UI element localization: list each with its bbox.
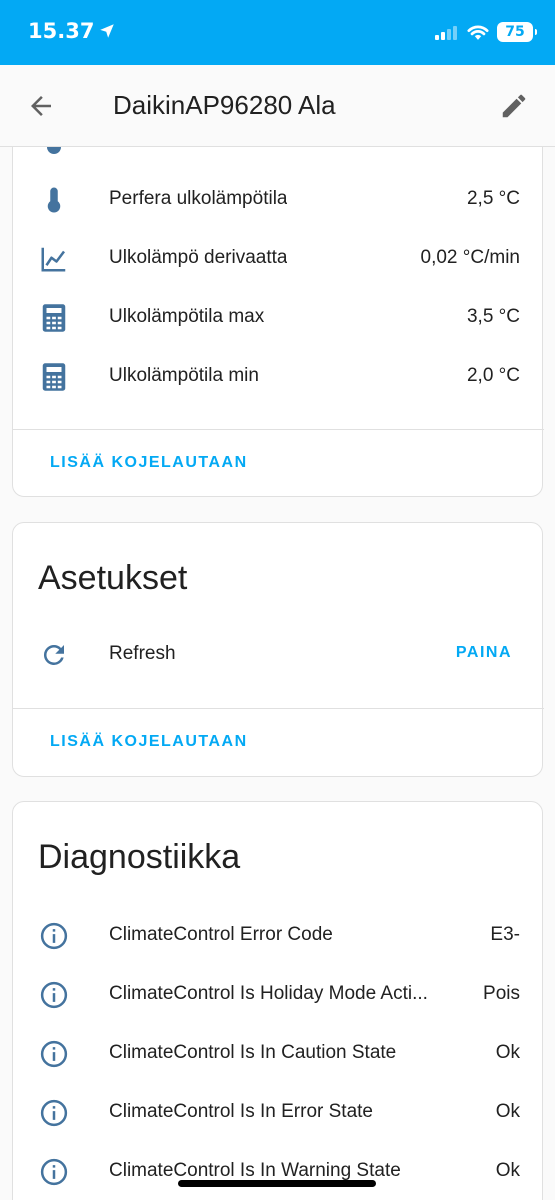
sensor-label: Perfera ulkolämpötila (109, 188, 288, 209)
calculator-icon (38, 302, 70, 334)
diagnostic-label: ClimateControl Error Code (109, 924, 333, 945)
cellular-signal-icon (435, 26, 457, 40)
info-icon (38, 1038, 70, 1070)
card-title: Diagnostiikka (38, 838, 241, 876)
status-indicators: 75 (435, 22, 537, 42)
setting-row[interactable]: Refresh PAINA (13, 633, 544, 673)
info-icon (38, 979, 70, 1011)
home-indicator[interactable] (178, 1180, 376, 1187)
calculator-icon (38, 361, 70, 393)
sensor-row[interactable]: Perfera ulkolämpötila 2,5 °C (13, 178, 544, 218)
card-divider (13, 429, 544, 430)
diagnostic-row[interactable]: ClimateControl Is In Caution State Ok (13, 1032, 544, 1072)
pencil-icon (502, 94, 526, 118)
card-divider (13, 708, 544, 709)
diagnostic-label: ClimateControl Is In Caution State (109, 1042, 397, 1063)
diagnostic-value: Ok (495, 1101, 520, 1122)
sensor-value: 3,5 °C (466, 306, 520, 327)
partial-icon (38, 147, 70, 163)
battery-level: 75 (505, 24, 525, 40)
diagnostic-row[interactable]: ClimateControl Is Holiday Mode Acti... P… (13, 973, 544, 1013)
refresh-icon (38, 639, 70, 671)
diagnostic-value: Ok (495, 1042, 520, 1063)
status-time: 15.37 (28, 19, 116, 43)
diagnostic-value: E3- (490, 924, 520, 945)
location-arrow-icon (100, 24, 115, 38)
diagnostic-row[interactable]: ClimateControl Is In Error State Ok (13, 1091, 544, 1131)
diagnostic-row[interactable]: ClimateControl Error Code E3- (13, 914, 544, 954)
diagnostic-label: ClimateControl Is In Warning State (109, 1160, 401, 1181)
diagnostics-card: Diagnostiikka ClimateControl Error Code … (12, 801, 543, 1200)
sensor-row[interactable]: Ulkolämpötila max 3,5 °C (13, 296, 544, 336)
diagnostic-value: Pois (483, 983, 520, 1004)
arrow-left-icon (31, 96, 51, 116)
sensor-row[interactable]: Ulkolämpö derivaatta 0,02 °C/min (13, 237, 544, 277)
status-bar: 15.37 75 (0, 0, 555, 65)
card-title: Asetukset (38, 559, 188, 597)
sensor-row-hidden[interactable] (13, 147, 544, 165)
wifi-icon (467, 25, 489, 40)
edit-button[interactable] (499, 91, 529, 121)
settings-card: Asetukset Refresh PAINA LISÄÄ KOJELAUTAA… (12, 522, 544, 777)
chart-line-icon (38, 243, 70, 275)
clock-text: 15.37 (28, 19, 95, 43)
press-button[interactable]: PAINA (456, 644, 512, 662)
sensor-row[interactable]: Ulkolämpötila min 2,0 °C (13, 355, 544, 395)
sensor-label: Ulkolämpötila max (109, 306, 265, 327)
app-bar: DaikinAP96280 Ala (0, 65, 555, 147)
battery-indicator: 75 (497, 22, 537, 42)
sensor-label: Ulkolämpö derivaatta (109, 247, 288, 268)
diagnostic-label: ClimateControl Is Holiday Mode Acti... (109, 983, 428, 1004)
sensors-card: Perfera ulkolämpötila 2,5 °C Ulkolämpö d… (12, 147, 544, 497)
diagnostic-label: ClimateControl Is In Error State (109, 1101, 373, 1122)
info-icon (38, 1156, 70, 1188)
page-title: DaikinAP96280 Ala (113, 90, 336, 120)
add-to-dashboard-button[interactable]: LISÄÄ KOJELAUTAAN (50, 733, 248, 751)
diagnostic-value: Ok (495, 1160, 520, 1181)
info-icon (38, 920, 70, 952)
sensor-value: 2,5 °C (466, 188, 520, 209)
setting-label: Refresh (109, 643, 176, 664)
back-button[interactable] (24, 91, 58, 121)
sensor-value: 2,0 °C (466, 365, 520, 386)
content-area[interactable]: Perfera ulkolämpötila 2,5 °C Ulkolämpö d… (0, 147, 555, 1200)
thermometer-icon (38, 184, 70, 216)
add-to-dashboard-button[interactable]: LISÄÄ KOJELAUTAAN (50, 454, 248, 472)
sensor-label: Ulkolämpötila min (109, 365, 259, 386)
sensor-value: 0,02 °C/min (420, 247, 520, 268)
info-icon (38, 1097, 70, 1129)
